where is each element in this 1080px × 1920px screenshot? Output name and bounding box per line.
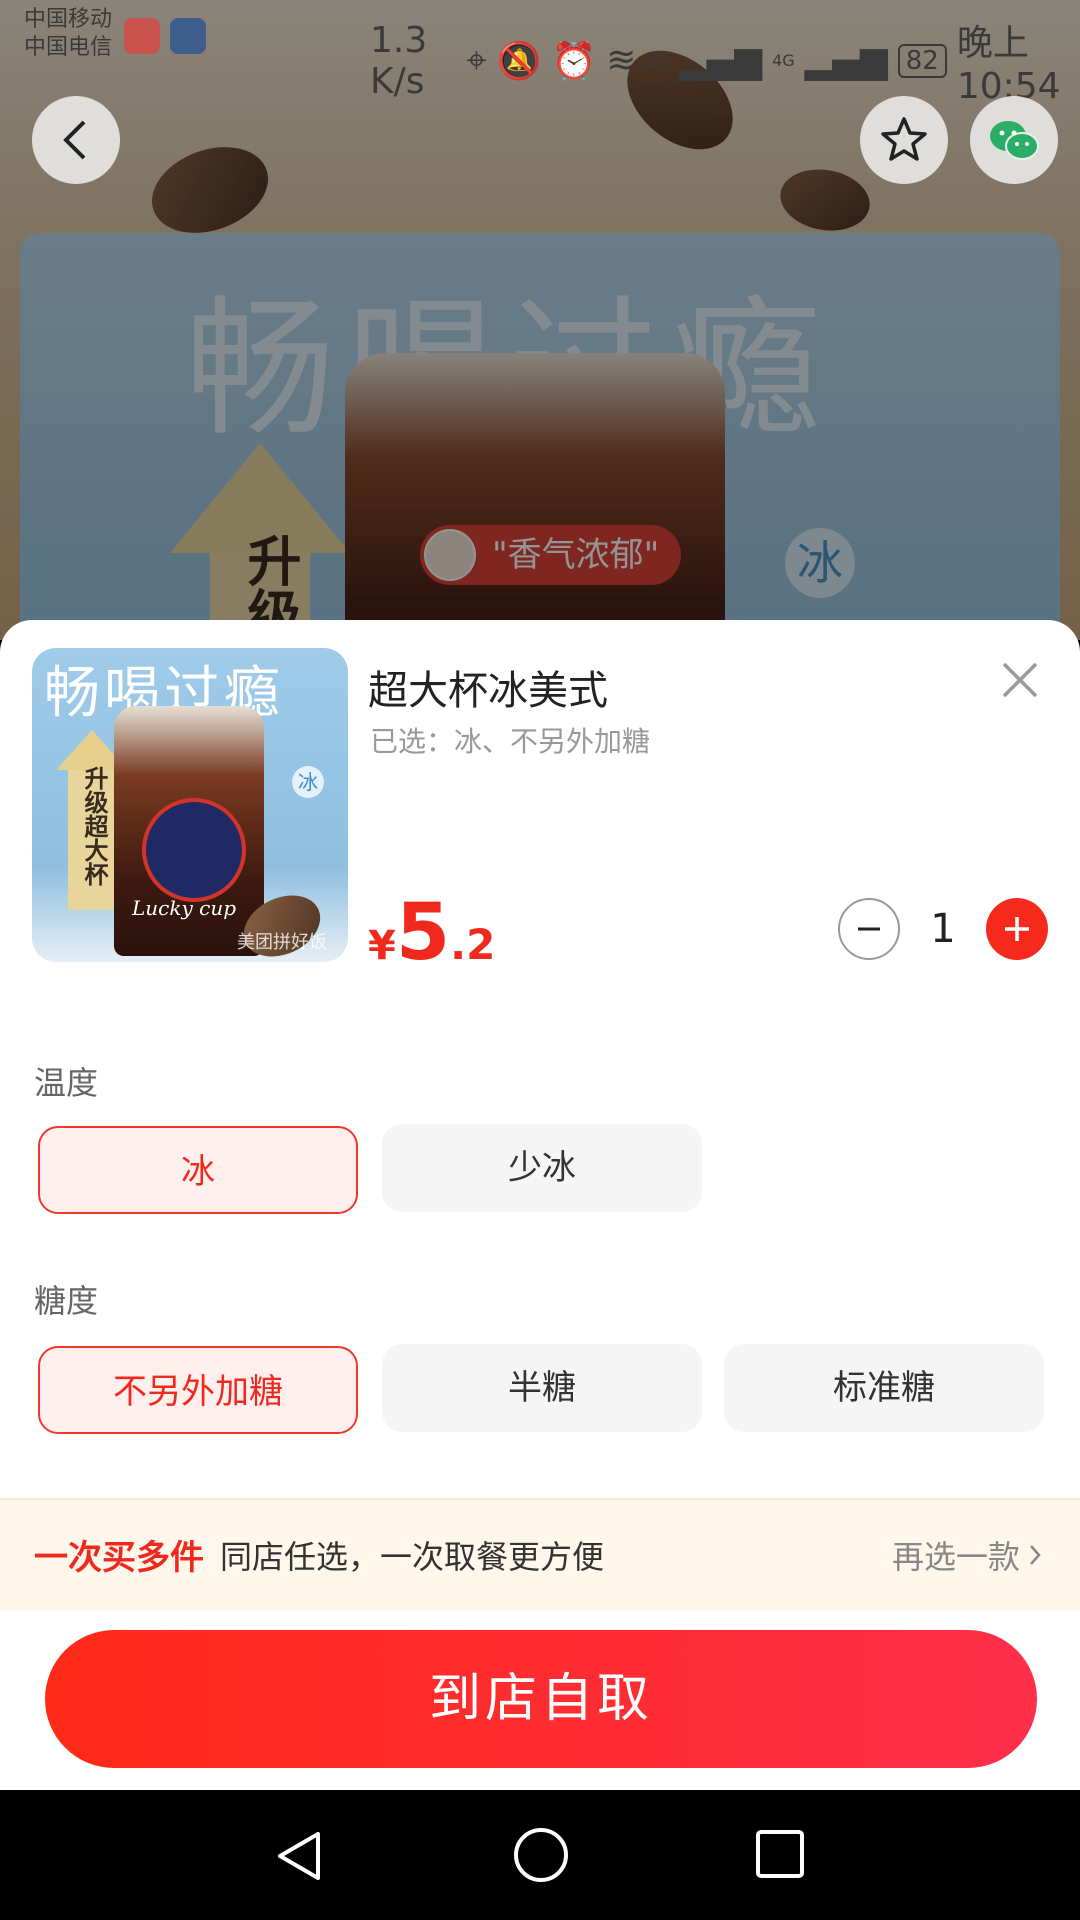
back-button[interactable] — [32, 96, 120, 184]
mute-icon: 🔕 — [496, 40, 542, 82]
close-icon — [1002, 662, 1038, 698]
price-currency: ¥ — [368, 923, 396, 969]
price-integer: 5 — [395, 888, 451, 978]
status-bar: 中国移动 中国电信 1.3 K/s ⌖ 🔕 ⏰ ≋ 2G ▂▄▆ 4G ▂▄▆ … — [0, 0, 1080, 107]
multi-buy-promo-bar[interactable]: 一次买多件 同店任选，一次取餐更方便 再选一款 — [0, 1498, 1080, 1610]
signal-icon: ▂▄▆ — [804, 40, 888, 81]
product-price: ¥5.2 — [368, 888, 495, 978]
promo-link[interactable]: 再选一款 — [892, 1532, 1042, 1578]
price-decimal: .2 — [450, 920, 496, 969]
wechat-share-button[interactable] — [970, 96, 1058, 184]
wechat-icon — [990, 121, 1039, 160]
option-temperature-ice[interactable]: 冰 — [38, 1126, 358, 1214]
store-pickup-button[interactable]: 到店自取 — [45, 1630, 1037, 1768]
thumb-watermark: 美团拼好饭 — [237, 932, 327, 953]
carrier-1: 中国移动 — [24, 7, 113, 32]
plus-icon — [1005, 917, 1029, 941]
quantity-value: 1 — [930, 906, 956, 952]
system-navigation-bar — [0, 1790, 1080, 1920]
shield-icon — [170, 18, 206, 54]
nav-back-button[interactable] — [270, 1826, 330, 1890]
battery-level: 82 — [897, 43, 947, 78]
carrier-labels: 中国移动 中国电信 — [24, 6, 112, 62]
circle-home-icon — [514, 1828, 568, 1882]
thumb-ice-badge: 冰 — [292, 766, 324, 798]
carrier-2: 中国电信 — [24, 35, 113, 60]
status-right: 1.3 K/s ⌖ 🔕 ⏰ ≋ 2G ▂▄▆ 4G ▂▄▆ 82 晚上10:54 — [370, 14, 1080, 108]
close-button[interactable] — [998, 658, 1042, 702]
option-sugar-standard[interactable]: 标准糖 — [724, 1344, 1044, 1432]
selected-options-summary: 已选：冰、不另外加糖 — [370, 725, 651, 758]
option-sugar-none[interactable]: 不另外加糖 — [38, 1346, 358, 1434]
promo-link-label: 再选一款 — [892, 1538, 1021, 1576]
network-speed: 1.3 K/s — [370, 19, 428, 102]
increase-quantity-button[interactable] — [986, 898, 1048, 960]
net-type-1: 2G — [646, 51, 670, 70]
chevron-right-icon — [1030, 1545, 1041, 1565]
brand-logo — [142, 798, 246, 902]
product-thumbnail: 畅喝过瘾 升级超大杯 Lucky cup 冰 美团拼好饭 — [32, 648, 348, 962]
favorite-button[interactable] — [860, 96, 948, 184]
product-options-sheet: 畅喝过瘾 升级超大杯 Lucky cup 冰 美团拼好饭 超大杯冰美式 已选：冰… — [0, 620, 1080, 1790]
sugar-label: 糖度 — [34, 1282, 99, 1320]
square-recents-icon — [756, 1830, 804, 1878]
thumb-side-text: 升级超大杯 — [80, 766, 108, 886]
decrease-quantity-button[interactable] — [838, 898, 900, 960]
option-temperature-less-ice[interactable]: 少冰 — [382, 1124, 702, 1212]
location-icon: ⌖ — [466, 39, 487, 81]
chevron-left-icon — [63, 120, 86, 160]
net-type-2: 4G — [772, 51, 795, 70]
alarm-icon: ⏰ — [551, 40, 597, 82]
signal-icon: ▂▄▆ — [679, 40, 763, 81]
promo-text: 同店任选，一次取餐更方便 — [220, 1538, 605, 1576]
nav-home-button[interactable] — [510, 1824, 572, 1890]
status-time: 晚上10:54 — [956, 23, 1061, 107]
temperature-label: 温度 — [34, 1064, 99, 1102]
wifi-icon: ≋ — [606, 40, 637, 81]
minus-icon — [858, 927, 880, 931]
notification-app-icon — [124, 18, 160, 54]
nav-recents-button[interactable] — [752, 1826, 808, 1886]
option-sugar-half[interactable]: 半糖 — [382, 1344, 702, 1432]
promo-title: 一次买多件 — [34, 1538, 204, 1578]
star-icon — [881, 117, 927, 161]
product-name: 超大杯冰美式 — [368, 668, 608, 714]
thumb-brand: Lucky cup — [132, 896, 237, 920]
triangle-back-icon — [278, 1832, 320, 1880]
